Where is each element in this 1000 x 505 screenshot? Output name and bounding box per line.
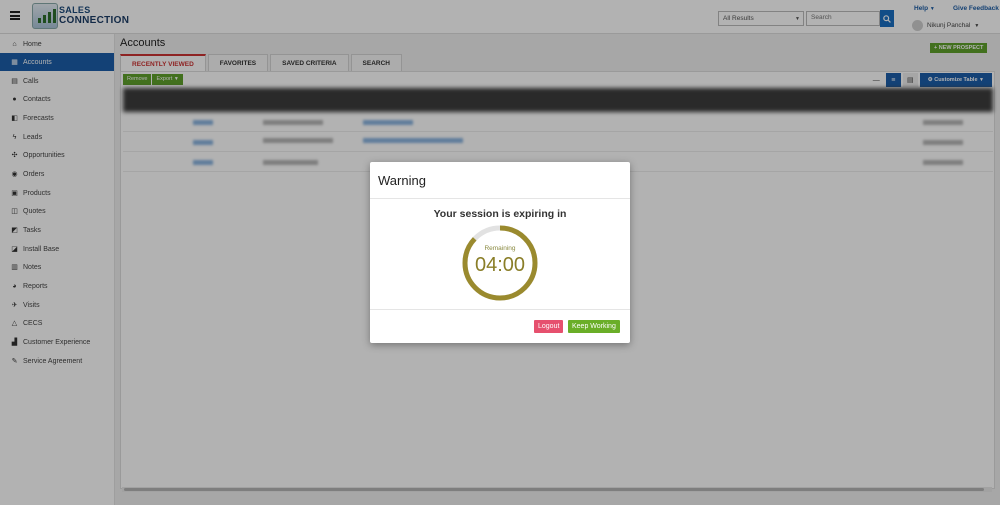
- divider: [370, 198, 630, 199]
- logout-button[interactable]: Logout: [534, 320, 564, 333]
- timer-label: Remaining: [484, 245, 516, 252]
- session-message: Your session is expiring in: [433, 208, 567, 220]
- modal-title: Warning: [378, 173, 426, 188]
- divider: [370, 309, 630, 310]
- countdown-timer: Remaining 04:00: [460, 223, 540, 303]
- session-warning-modal: Warning Your session is expiring in Rema…: [370, 162, 630, 343]
- timer-value: 04:00: [474, 254, 526, 276]
- keep-working-button[interactable]: Keep Working: [568, 320, 620, 333]
